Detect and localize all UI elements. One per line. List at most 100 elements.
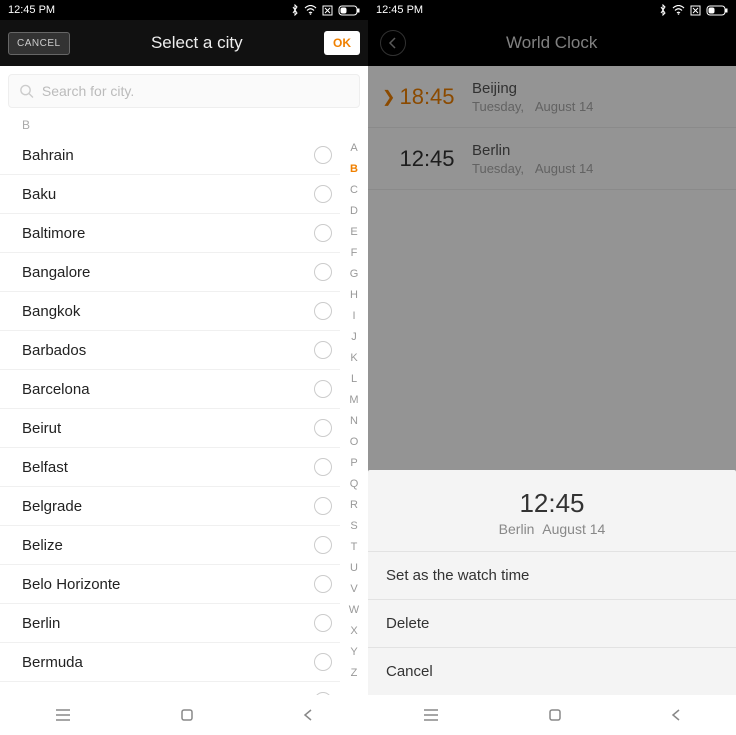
radio-unchecked[interactable]	[314, 146, 332, 164]
wifi-icon	[304, 5, 317, 15]
battery-icon	[338, 5, 360, 16]
radio-unchecked[interactable]	[314, 614, 332, 632]
city-row[interactable]: Bahrain	[0, 136, 340, 175]
alpha-letter[interactable]: Y	[350, 642, 357, 663]
radio-unchecked[interactable]	[314, 380, 332, 398]
city-name: Barbados	[22, 342, 86, 359]
city-row[interactable]: Baltimore	[0, 214, 340, 253]
clock-time: 18:45	[394, 84, 460, 110]
alpha-letter[interactable]: H	[350, 285, 358, 306]
battery-icon	[706, 5, 728, 16]
city-name: Belo Horizonte	[22, 576, 120, 593]
world-clock-root: World Clock ❯18:45BeijingTuesday, August…	[368, 20, 736, 735]
city-row[interactable]: Belfast	[0, 448, 340, 487]
search-box[interactable]	[8, 74, 360, 108]
cancel-button[interactable]: CANCEL	[8, 32, 70, 55]
search-input[interactable]	[42, 83, 349, 99]
alpha-letter[interactable]: G	[350, 264, 359, 285]
sheet-time: 12:45	[368, 488, 736, 519]
alpha-letter[interactable]: U	[350, 558, 358, 579]
radio-unchecked[interactable]	[314, 458, 332, 476]
clock-info: BerlinTuesday, August 14	[472, 142, 593, 176]
alpha-letter[interactable]: C	[350, 180, 358, 201]
alpha-letter[interactable]: Q	[350, 474, 359, 495]
radio-unchecked[interactable]	[314, 419, 332, 437]
sheet-items: Set as the watch timeDeleteCancel	[368, 551, 736, 695]
status-icons	[659, 4, 728, 16]
alpha-letter[interactable]: P	[350, 453, 357, 474]
radio-unchecked[interactable]	[314, 575, 332, 593]
clock-city: Beijing	[472, 80, 593, 97]
city-name: Belize	[22, 537, 63, 554]
alpha-letter[interactable]: J	[351, 327, 357, 348]
city-list[interactable]: BahrainBakuBaltimoreBangaloreBangkok Barb…	[0, 136, 340, 695]
city-row[interactable]: Berlin	[0, 604, 340, 643]
chevron-left-icon	[388, 37, 398, 49]
alphabet-index[interactable]: ABCDEFGHIJKLMNOPQRSTUVWXYZ	[344, 136, 364, 695]
city-name: Bermuda	[22, 654, 83, 671]
city-row[interactable]: Barcelona	[0, 370, 340, 409]
alpha-letter[interactable]: N	[350, 411, 358, 432]
radio-unchecked[interactable]	[314, 497, 332, 515]
sheet-action[interactable]: Set as the watch time	[368, 551, 736, 599]
city-name: Beulah	[22, 693, 69, 696]
sheet-action[interactable]: Delete	[368, 599, 736, 647]
home-icon[interactable]	[179, 707, 195, 723]
city-row[interactable]: Barbados	[0, 331, 340, 370]
home-icon[interactable]	[547, 707, 563, 723]
radio-unchecked[interactable]	[314, 536, 332, 554]
city-row[interactable]: Beulah	[0, 682, 340, 695]
alpha-letter[interactable]: A	[350, 138, 357, 159]
alpha-letter[interactable]: W	[349, 600, 359, 621]
alpha-letter[interactable]: F	[351, 243, 358, 264]
alpha-letter[interactable]: Z	[351, 663, 358, 684]
alpha-letter[interactable]: R	[350, 495, 358, 516]
list-area: BahrainBakuBaltimoreBangaloreBangkok Barb…	[0, 136, 368, 695]
alpha-letter[interactable]: S	[350, 516, 357, 537]
radio-unchecked[interactable]	[314, 263, 332, 281]
alpha-letter[interactable]: I	[352, 306, 355, 327]
phone-left: 12:45 PM CANCEL Select a city OK B Bahra…	[0, 0, 368, 735]
chevron-right-icon: ❯	[382, 87, 394, 107]
radio-unchecked[interactable]	[314, 341, 332, 359]
menu-icon[interactable]	[54, 708, 72, 722]
city-row[interactable]: Belize	[0, 526, 340, 565]
radio-unchecked[interactable]	[314, 185, 332, 203]
menu-icon[interactable]	[422, 708, 440, 722]
select-city-header: CANCEL Select a city OK	[0, 20, 368, 66]
ok-button[interactable]: OK	[324, 31, 360, 55]
alpha-letter[interactable]: X	[350, 621, 357, 642]
alpha-letter[interactable]: O	[350, 432, 359, 453]
radio-unchecked[interactable]	[314, 692, 332, 695]
status-bar: 12:45 PM	[368, 0, 736, 20]
sheet-action[interactable]: Cancel	[368, 647, 736, 695]
alpha-letter[interactable]: D	[350, 201, 358, 222]
sheet-date: August 14	[542, 521, 605, 537]
alpha-letter[interactable]: B	[350, 159, 358, 180]
alpha-letter[interactable]: L	[351, 369, 357, 390]
back-icon[interactable]	[302, 708, 314, 722]
radio-unchecked[interactable]	[314, 224, 332, 242]
back-icon[interactable]	[670, 708, 682, 722]
clock-info: BeijingTuesday, August 14	[472, 80, 593, 114]
world-clock-row[interactable]: ❯18:45 BeijingTuesday, August 14	[368, 66, 736, 128]
city-row[interactable]: Beirut	[0, 409, 340, 448]
city-row[interactable]: Baku	[0, 175, 340, 214]
city-row[interactable]: Bangkok	[0, 292, 340, 331]
alpha-letter[interactable]: T	[351, 537, 358, 558]
alpha-letter[interactable]: M	[349, 390, 358, 411]
city-row[interactable]: Bermuda	[0, 643, 340, 682]
radio-unchecked[interactable]	[314, 653, 332, 671]
city-row[interactable]: Belo Horizonte	[0, 565, 340, 604]
alpha-letter[interactable]: E	[350, 222, 357, 243]
clock-time: 12:45	[394, 146, 460, 172]
alpha-letter[interactable]: V	[350, 579, 357, 600]
radio-unchecked[interactable]	[314, 302, 332, 320]
sheet-header: 12:45 Berlin August 14	[368, 470, 736, 551]
alpha-letter[interactable]: K	[350, 348, 357, 369]
city-row[interactable]: Belgrade	[0, 487, 340, 526]
status-time: 12:45 PM	[376, 4, 423, 16]
world-clock-row[interactable]: 12:45 BerlinTuesday, August 14	[368, 128, 736, 190]
back-button[interactable]	[380, 30, 406, 56]
city-row[interactable]: Bangalore	[0, 253, 340, 292]
